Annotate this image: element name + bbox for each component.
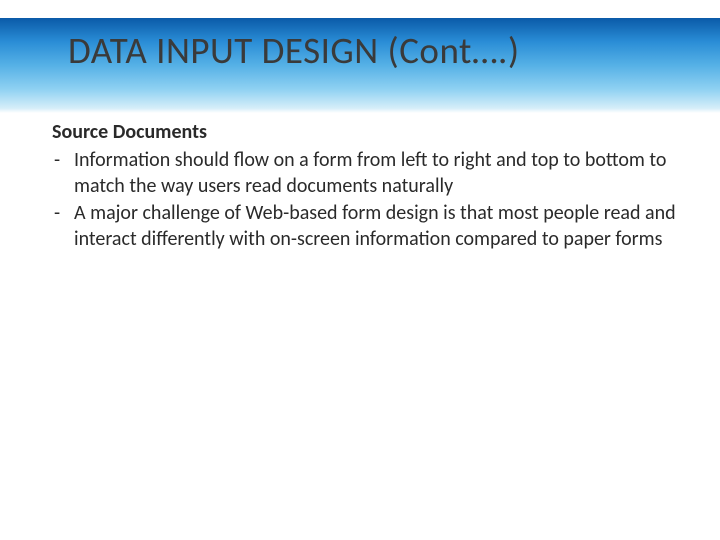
title-band: DATA INPUT DESIGN (Cont….) (0, 18, 720, 113)
slide-title: DATA INPUT DESIGN (Cont….) (68, 28, 520, 73)
slide: DATA INPUT DESIGN (Cont….) Source Docume… (0, 0, 720, 540)
slide-content: Source Documents Information should flow… (52, 120, 680, 254)
subheading: Source Documents (52, 120, 680, 144)
list-item: Information should flow on a form from l… (52, 148, 680, 199)
list-item: A major challenge of Web-based form desi… (52, 201, 680, 252)
bullet-list: Information should flow on a form from l… (52, 148, 680, 252)
